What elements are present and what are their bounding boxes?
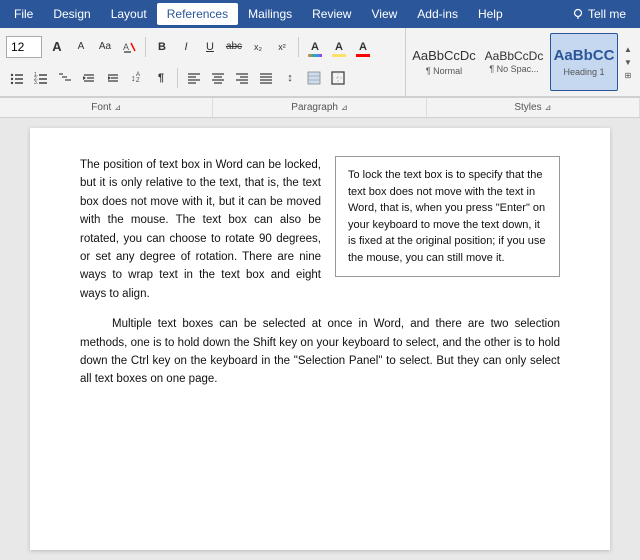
scroll-down-icon: ▼ — [624, 58, 632, 67]
align-right-icon — [235, 71, 249, 85]
separator1 — [145, 37, 146, 57]
align-center-icon — [211, 71, 225, 85]
font-label-text: Font — [91, 102, 111, 113]
menu-view[interactable]: View — [361, 3, 407, 25]
menu-layout[interactable]: Layout — [101, 3, 157, 25]
menu-file[interactable]: File — [4, 3, 43, 25]
menu-references[interactable]: References — [157, 3, 238, 25]
strikethrough-button[interactable]: abc — [223, 36, 245, 58]
bullets-icon — [10, 71, 24, 85]
styles-scroll[interactable]: ▲ ▼ ⊞ — [620, 33, 636, 91]
style-normal-preview: AaBbCcDc — [412, 48, 476, 64]
increase-indent-icon — [106, 71, 120, 85]
justify-icon — [259, 71, 273, 85]
style-heading1-preview: AaBbCC — [554, 47, 615, 65]
style-no-spacing-preview: AaBbCcDc — [485, 50, 544, 62]
decrease-indent-icon — [82, 71, 96, 85]
menu-review[interactable]: Review — [302, 3, 361, 25]
font-row: 12 A A Aa A B I U abc x₂ x² A A — [6, 36, 399, 58]
paragraph-label-text: Paragraph — [291, 102, 338, 113]
paragraph-section-label: Paragraph ⊿ — [213, 98, 426, 117]
font-section-expand-icon[interactable]: ⊿ — [114, 103, 121, 112]
multilevel-icon — [58, 71, 72, 85]
bullets-button[interactable] — [6, 67, 28, 89]
expand-styles-icon: ⊞ — [625, 71, 632, 80]
style-normal-label: ¶ Normal — [426, 66, 462, 76]
paragraph-row: 1. 2. 3. — [6, 67, 399, 89]
change-case-button[interactable]: Aa — [94, 36, 116, 58]
toolbar-left: 12 A A Aa A B I U abc x₂ x² A A — [0, 28, 405, 96]
align-right-button[interactable] — [231, 67, 253, 89]
menu-mailings[interactable]: Mailings — [238, 3, 302, 25]
paragraph-2: Multiple text boxes can be selected at o… — [80, 315, 560, 389]
ribbon-toolbar: 12 A A Aa A B I U abc x₂ x² A A — [0, 28, 640, 98]
shading-icon — [307, 71, 321, 85]
multilevel-list-button[interactable] — [54, 67, 76, 89]
clear-format-button[interactable]: A — [118, 36, 140, 58]
document-page[interactable]: To lock the text box is to specify that … — [30, 128, 610, 550]
shrink-font-button[interactable]: A — [70, 36, 92, 58]
shading-button[interactable] — [303, 67, 325, 89]
styles-panel: AaBbCcDc ¶ Normal AaBbCcDc ¶ No Spac... … — [405, 28, 640, 96]
svg-text:Z: Z — [136, 78, 140, 84]
decrease-indent-button[interactable] — [78, 67, 100, 89]
sort-icon: ↕AZ — [130, 71, 144, 85]
underline-button[interactable]: U — [199, 36, 221, 58]
scroll-up-icon: ▲ — [624, 45, 632, 54]
menu-help[interactable]: Help — [468, 3, 513, 25]
menu-design[interactable]: Design — [43, 3, 100, 25]
style-no-spacing[interactable]: AaBbCcDc ¶ No Spac... — [480, 33, 548, 91]
separator2 — [298, 37, 299, 57]
subscript-button[interactable]: x₂ — [247, 36, 269, 58]
sort-button[interactable]: ↕AZ — [126, 67, 148, 89]
numbering-button[interactable]: 1. 2. 3. — [30, 67, 52, 89]
menu-tellme[interactable]: Tell me — [562, 3, 636, 25]
style-normal[interactable]: AaBbCcDc ¶ Normal — [410, 33, 478, 91]
grow-font-button[interactable]: A — [46, 36, 68, 58]
highlight-button[interactable]: A — [328, 36, 350, 58]
border-icon — [331, 71, 345, 85]
font-size-box: 12 — [6, 36, 42, 58]
textbox-content: To lock the text box is to specify that … — [348, 169, 546, 264]
style-heading1[interactable]: AaBbCC Heading 1 — [550, 33, 618, 91]
paragraph-1-text: The position of text box in Word can be … — [80, 159, 321, 300]
styles-section-expand-icon[interactable]: ⊿ — [545, 103, 552, 112]
styles-label-text: Styles — [514, 102, 541, 113]
align-left-button[interactable] — [183, 67, 205, 89]
paragraph-section-expand-icon[interactable]: ⊿ — [341, 103, 348, 112]
align-left-icon — [187, 71, 201, 85]
font-color-button[interactable]: A — [352, 36, 374, 58]
svg-text:A: A — [123, 42, 129, 52]
clear-format-icon: A — [122, 40, 136, 54]
font-size-value: 12 — [11, 40, 24, 54]
superscript-button[interactable]: x² — [271, 36, 293, 58]
justify-button[interactable] — [255, 67, 277, 89]
style-no-spacing-label: ¶ No Spac... — [489, 64, 538, 74]
section-labels-row: Font ⊿ Paragraph ⊿ Styles ⊿ — [0, 98, 640, 118]
bold-button[interactable]: B — [151, 36, 173, 58]
align-center-button[interactable] — [207, 67, 229, 89]
show-formatting-button[interactable]: ¶ — [150, 67, 172, 89]
svg-text:↕: ↕ — [131, 73, 136, 83]
styles-section-label: Styles ⊿ — [427, 98, 640, 117]
italic-button[interactable]: I — [175, 36, 197, 58]
menu-addins[interactable]: Add-ins — [407, 3, 468, 25]
increase-indent-button[interactable] — [102, 67, 124, 89]
separator3 — [177, 68, 178, 88]
document-area: To lock the text box is to specify that … — [0, 118, 640, 560]
paragraph-2-text: Multiple text boxes can be selected at o… — [80, 318, 560, 385]
style-heading1-label: Heading 1 — [563, 67, 604, 77]
font-section-label: Font ⊿ — [0, 98, 213, 117]
menu-bar: File Design Layout References Mailings R… — [0, 0, 640, 28]
border-button[interactable] — [327, 67, 349, 89]
floating-text-box[interactable]: To lock the text box is to specify that … — [335, 156, 560, 277]
svg-text:3.: 3. — [34, 80, 38, 85]
lightbulb-icon — [572, 8, 584, 20]
line-spacing-button[interactable]: ↕ — [279, 67, 301, 89]
text-effects-button[interactable]: A — [304, 36, 326, 58]
numbering-icon: 1. 2. 3. — [34, 71, 48, 85]
